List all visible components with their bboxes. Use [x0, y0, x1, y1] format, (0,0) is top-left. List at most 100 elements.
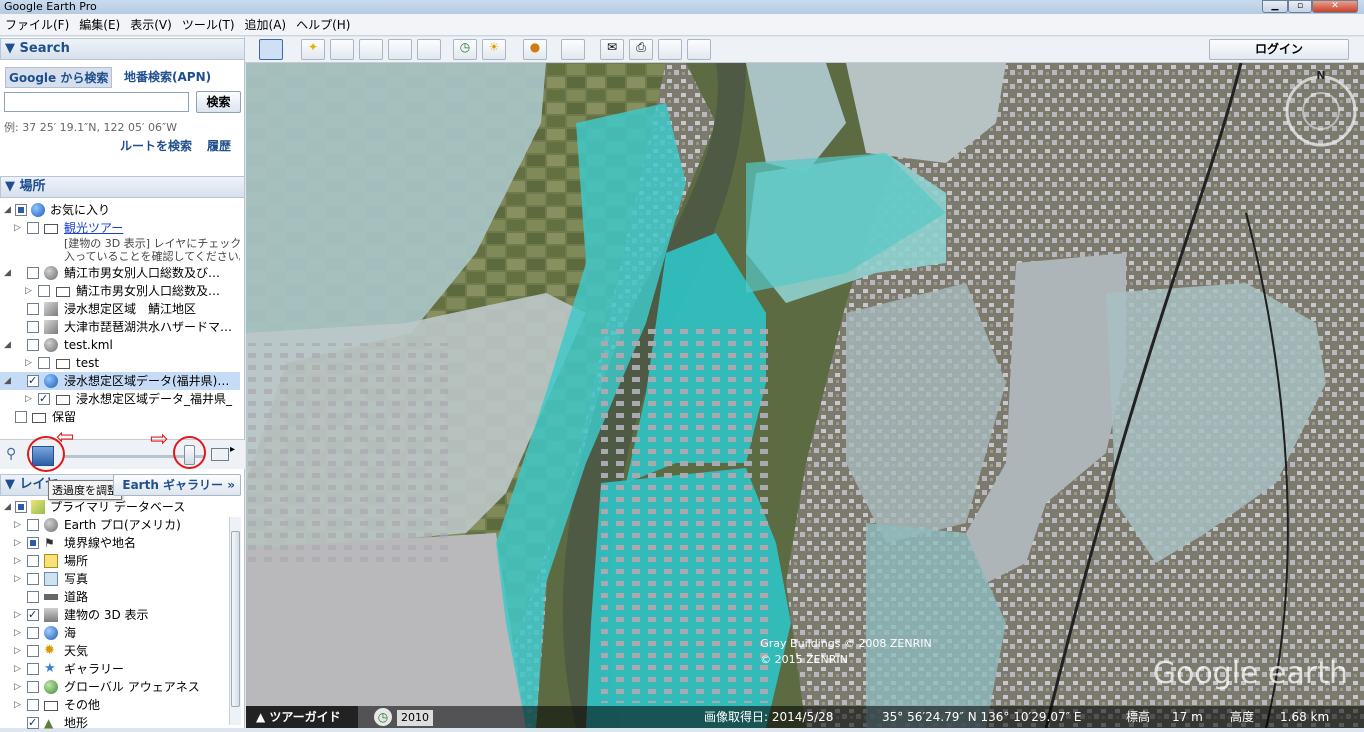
list-item[interactable]: ▷ Earth プロ(アメリカ): [0, 516, 228, 534]
layers-scrollbar[interactable]: [229, 517, 241, 725]
clock-icon[interactable]: ◷: [374, 708, 392, 726]
annotation-arrow-right: ⇨: [150, 427, 169, 452]
imagery-date: 画像取得日: 2014/5/28: [704, 710, 834, 724]
tour-link[interactable]: 観光ツアー: [64, 219, 123, 237]
path-button[interactable]: [359, 39, 383, 60]
ocean-icon: [44, 626, 58, 640]
list-item[interactable]: 大津市琵琶湖洪水ハザードマ…: [0, 318, 240, 336]
sun-icon: ✹: [44, 643, 55, 658]
historical-imagery-button[interactable]: ◷: [453, 39, 477, 60]
planet-button[interactable]: ●: [523, 39, 547, 60]
list-item[interactable]: ▷ 写真: [0, 570, 228, 588]
flag-icon: ⚑: [44, 536, 55, 550]
list-item: [建物の 3D 表示] レイヤにチェックが: [64, 237, 240, 250]
list-item[interactable]: 保留: [0, 408, 240, 426]
earth-gallery-button[interactable]: Earth ギャラリー »: [113, 474, 241, 496]
list-item[interactable]: ▷浸水想定区域データ_福井県_: [0, 390, 240, 408]
sidebar-toggle-button[interactable]: [259, 39, 283, 60]
tour-guide-button[interactable]: ▲ ツアーガイド: [246, 706, 358, 728]
map-copyright-2: © 2015 ZENRIN: [760, 653, 848, 666]
search-tab-google[interactable]: Google から検索: [5, 67, 113, 88]
chevron-right-icon[interactable]: ▸: [230, 444, 235, 455]
folder-icon[interactable]: [211, 448, 229, 461]
map-copyright-1: Gray Buildings © 2008 ZENRIN: [760, 637, 931, 650]
list-item[interactable]: ▷建物の 3D 表示: [0, 606, 228, 624]
menu-bar: ファイル(F) 編集(E) 表示(V) ツール(T) 追加(A) ヘルプ(H): [0, 14, 1364, 36]
list-item[interactable]: ▷ ★ ギャラリー: [0, 660, 228, 678]
menu-edit[interactable]: 編集(E): [74, 14, 125, 36]
folder-icon: [44, 224, 58, 234]
list-item[interactable]: 浸水想定区域 鯖江地区: [0, 300, 240, 318]
buildings: [601, 323, 771, 703]
list-item[interactable]: ◢ 鯖江市男女別人口総数及び…: [0, 264, 240, 282]
list-item[interactable]: ▷ 海: [0, 624, 228, 642]
placemark-button[interactable]: ✦: [301, 39, 325, 60]
list-item[interactable]: ▲地形: [0, 714, 228, 732]
folder-icon: [44, 701, 58, 711]
list-item[interactable]: ▷ その他: [0, 696, 228, 714]
building-icon: [44, 608, 58, 622]
search-button[interactable]: 検索: [196, 91, 241, 113]
list-item[interactable]: 道路: [0, 588, 228, 606]
list-item[interactable]: ◢ test.kml: [0, 336, 240, 354]
close-button[interactable]: ✕: [1312, 0, 1358, 13]
toolbar: ✦ ◷ ☀ ● ✉ ⎙ ログイン: [245, 37, 1364, 63]
save-image-button[interactable]: [687, 39, 711, 60]
map-canvas[interactable]: N Gray Buildings © 2008 ZENRIN © 2015 ZE…: [246, 63, 1364, 728]
sun-button[interactable]: ☀: [482, 39, 506, 60]
menu-help[interactable]: ヘルプ(H): [291, 14, 355, 36]
list-item[interactable]: ▷ 場所: [0, 552, 228, 570]
menu-file[interactable]: ファイル(F): [0, 14, 74, 36]
menu-add[interactable]: 追加(A): [240, 14, 292, 36]
print-button[interactable]: ⎙: [629, 39, 653, 60]
places-tree: ◢ お気に入り ▷ 観光ツアー [建物の 3D 表示] レイヤにチェックが 入ってい…: [0, 201, 240, 426]
globe-icon: [44, 338, 58, 352]
list-item[interactable]: ▷ test: [0, 354, 240, 372]
history-link[interactable]: 履歴: [207, 137, 231, 154]
search-tab-apn[interactable]: 地番検索(APN): [124, 68, 211, 85]
altitude-label: 高度: [1230, 710, 1255, 724]
menu-tools[interactable]: ツール(T): [177, 14, 240, 36]
layers-tree: ◢ プライマリ データベース ▷ Earth プロ(アメリカ) ▷ ⚑ 境界線や地名 ▷…: [0, 498, 228, 732]
places-panel-header[interactable]: ▼ 場所: [0, 176, 245, 198]
login-button[interactable]: ログイン: [1209, 39, 1349, 60]
elevation-value: 17 m: [1172, 710, 1203, 724]
list-item[interactable]: ▷ 観光ツアー: [0, 219, 240, 237]
globe-icon: [44, 518, 58, 532]
search-panel-header[interactable]: ▼ Search: [0, 38, 245, 60]
list-item[interactable]: ▷ 鯖江市男女別人口総数及…: [0, 282, 240, 300]
maximize-button[interactable]: ▫: [1288, 0, 1312, 13]
google-earth-watermark: Google earth: [1153, 656, 1348, 691]
ruler-button[interactable]: [561, 39, 585, 60]
layers-icon: [44, 302, 58, 316]
folder-icon: [56, 359, 70, 369]
record-tour-button[interactable]: [417, 39, 441, 60]
email-button[interactable]: ✉: [600, 39, 624, 60]
altitude-value: 1.68 km: [1280, 710, 1330, 724]
coordinates: 35° 56′24.79″ N 136° 10′29.07″ E: [882, 710, 1082, 724]
buildings: [246, 343, 456, 563]
folder-icon: [56, 287, 70, 297]
tooltip: 透過度を調整: [48, 480, 122, 500]
list-item[interactable]: ▷ ✹ 天気: [0, 642, 228, 660]
search-input[interactable]: [4, 92, 189, 112]
globe-icon: [44, 680, 58, 694]
maps-button[interactable]: [658, 39, 682, 60]
menu-view[interactable]: 表示(V): [125, 14, 177, 36]
polygon-button[interactable]: [330, 39, 354, 60]
list-item[interactable]: ◢ お気に入り: [0, 201, 240, 219]
route-search-link[interactable]: ルートを検索: [120, 137, 192, 154]
list-item[interactable]: ▷ グローバル アウェアネス: [0, 678, 228, 696]
road-icon: [44, 594, 58, 600]
list-item[interactable]: ◢ プライマリ データベース: [0, 498, 228, 516]
list-item[interactable]: ▷ ⚑ 境界線や地名: [0, 534, 228, 552]
imagery-year[interactable]: 2010: [396, 709, 434, 727]
list-item[interactable]: ◢浸水想定区域データ(福井県)…: [0, 372, 240, 390]
sidebar: ▼ Search Google から検索 地番検索(APN) 検索 例: 37 …: [0, 37, 245, 732]
minimize-button[interactable]: ▁: [1262, 0, 1288, 13]
map-view[interactable]: N Gray Buildings © 2008 ZENRIN © 2015 ZE…: [246, 63, 1364, 728]
overlay-button[interactable]: [388, 39, 412, 60]
search-icon[interactable]: ⚲: [6, 446, 16, 462]
compass-north-label: N: [1316, 69, 1325, 82]
globe-icon: [44, 374, 58, 388]
